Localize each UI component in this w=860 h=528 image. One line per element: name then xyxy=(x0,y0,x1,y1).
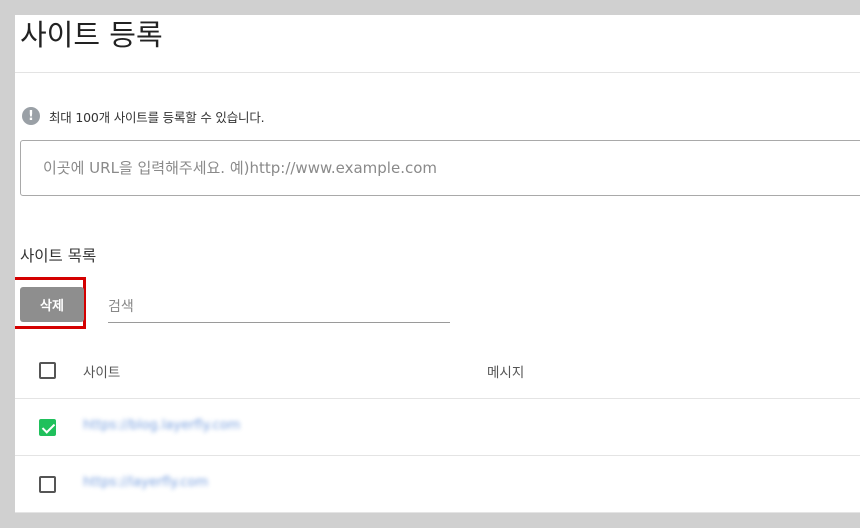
search-input[interactable] xyxy=(108,291,450,323)
table-row: https://layerfly.com xyxy=(15,456,860,513)
column-header-site: 사이트 xyxy=(83,365,121,381)
row-checkbox[interactable] xyxy=(39,476,56,493)
page-title: 사이트 등록 xyxy=(20,18,163,52)
site-link[interactable]: https://blog.layerfly.com xyxy=(83,418,240,433)
notice: ! 최대 100개 사이트를 등록할 수 있습니다. xyxy=(22,107,265,125)
site-list-title: 사이트 목록 xyxy=(20,247,97,265)
table-row: https://blog.layerfly.com xyxy=(15,399,860,456)
info-icon: ! xyxy=(22,107,40,125)
url-input[interactable] xyxy=(20,140,860,196)
row-checkbox[interactable] xyxy=(39,419,56,436)
site-link[interactable]: https://layerfly.com xyxy=(83,475,208,490)
notice-text: 최대 100개 사이트를 등록할 수 있습니다. xyxy=(49,109,265,125)
site-table: 사이트 메시지 https://blog.layerfly.com https:… xyxy=(15,342,860,513)
column-header-message: 메시지 xyxy=(487,365,525,381)
delete-button[interactable]: 삭제 xyxy=(20,287,84,322)
table-header: 사이트 메시지 xyxy=(15,342,860,399)
site-registration-panel: 사이트 등록 ! 최대 100개 사이트를 등록할 수 있습니다. 사이트 목록… xyxy=(15,15,860,513)
title-divider xyxy=(15,72,860,73)
select-all-checkbox[interactable] xyxy=(39,362,56,379)
